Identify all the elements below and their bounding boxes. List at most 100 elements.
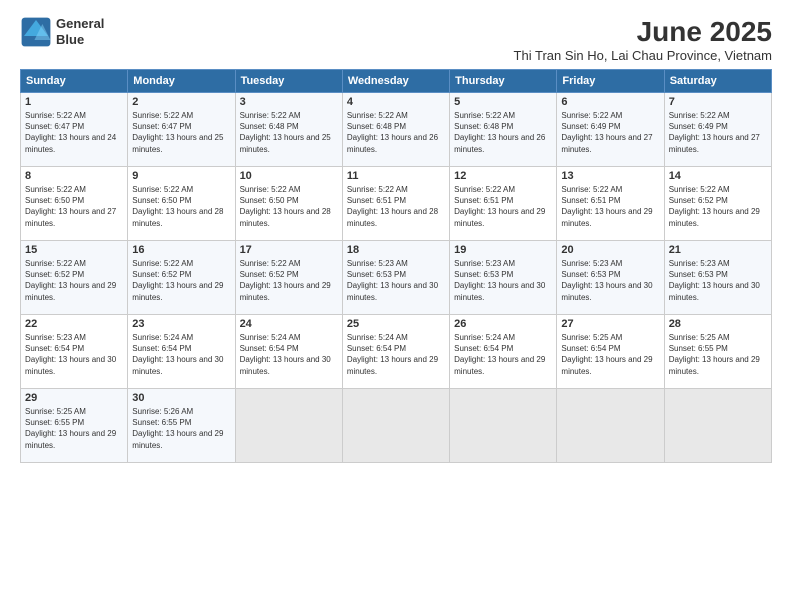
cell-info: Sunrise: 5:24 AMSunset: 6:54 PMDaylight:…	[454, 332, 552, 377]
day-number: 15	[25, 244, 123, 256]
day-number: 18	[347, 244, 445, 256]
day-number: 7	[669, 96, 767, 108]
cell-info: Sunrise: 5:23 AMSunset: 6:53 PMDaylight:…	[561, 258, 659, 303]
day-number: 29	[25, 392, 123, 404]
calendar-cell: 16 Sunrise: 5:22 AMSunset: 6:52 PMDayligh…	[128, 241, 235, 315]
calendar-cell: 26Sunrise: 5:24 AMSunset: 6:54 PMDayligh…	[450, 315, 557, 389]
calendar-cell: 22 Sunrise: 5:23 AMSunset: 6:54 PMDayligh…	[21, 315, 128, 389]
calendar-week-row: 1 Sunrise: 5:22 AMSunset: 6:47 PMDaylight…	[21, 93, 772, 167]
cell-info: Sunrise: 5:22 AMSunset: 6:52 PMDaylight:…	[669, 184, 767, 229]
header-monday: Monday	[128, 70, 235, 93]
day-number: 27	[561, 318, 659, 330]
calendar-cell: 13Sunrise: 5:22 AMSunset: 6:51 PMDayligh…	[557, 167, 664, 241]
day-number: 12	[454, 170, 552, 182]
calendar-page: General Blue June 2025 Thi Tran Sin Ho, …	[0, 0, 792, 612]
calendar-cell: 29 Sunrise: 5:25 AMSunset: 6:55 PMDayligh…	[21, 389, 128, 463]
calendar-cell: 7 Sunrise: 5:22 AMSunset: 6:49 PMDaylight…	[664, 93, 771, 167]
cell-info: Sunrise: 5:22 AMSunset: 6:51 PMDaylight:…	[347, 184, 445, 229]
calendar-cell: 17 Sunrise: 5:22 AMSunset: 6:52 PMDayligh…	[235, 241, 342, 315]
cell-info: Sunrise: 5:22 AMSunset: 6:50 PMDaylight:…	[25, 184, 123, 229]
day-number: 11	[347, 170, 445, 182]
main-title: June 2025	[514, 16, 772, 48]
logo-icon	[20, 16, 52, 48]
calendar-cell: 1 Sunrise: 5:22 AMSunset: 6:47 PMDaylight…	[21, 93, 128, 167]
calendar-cell: 8Sunrise: 5:22 AMSunset: 6:50 PMDaylight…	[21, 167, 128, 241]
calendar-cell: 25Sunrise: 5:24 AMSunset: 6:54 PMDayligh…	[342, 315, 449, 389]
day-number: 14	[669, 170, 767, 182]
day-number: 22	[25, 318, 123, 330]
calendar-cell: 21 Sunrise: 5:23 AMSunset: 6:53 PMDayligh…	[664, 241, 771, 315]
cell-info: Sunrise: 5:23 AMSunset: 6:54 PMDaylight:…	[25, 332, 123, 377]
cell-info: Sunrise: 5:22 AMSunset: 6:48 PMDaylight:…	[240, 110, 338, 155]
calendar-cell: 18 Sunrise: 5:23 AMSunset: 6:53 PMDayligh…	[342, 241, 449, 315]
calendar-body: 1 Sunrise: 5:22 AMSunset: 6:47 PMDaylight…	[21, 93, 772, 463]
calendar-cell: 14 Sunrise: 5:22 AMSunset: 6:52 PMDayligh…	[664, 167, 771, 241]
cell-info: Sunrise: 5:24 AMSunset: 6:54 PMDaylight:…	[132, 332, 230, 377]
header-thursday: Thursday	[450, 70, 557, 93]
day-number: 4	[347, 96, 445, 108]
cell-info: Sunrise: 5:22 AMSunset: 6:52 PMDaylight:…	[132, 258, 230, 303]
day-number: 21	[669, 244, 767, 256]
cell-info: Sunrise: 5:23 AMSunset: 6:53 PMDaylight:…	[669, 258, 767, 303]
calendar-cell: 15 Sunrise: 5:22 AMSunset: 6:52 PMDayligh…	[21, 241, 128, 315]
day-number: 30	[132, 392, 230, 404]
logo-line2: Blue	[56, 32, 104, 48]
logo-line1: General	[56, 16, 104, 32]
day-number: 16	[132, 244, 230, 256]
cell-info: Sunrise: 5:22 AMSunset: 6:50 PMDaylight:…	[132, 184, 230, 229]
day-number: 1	[25, 96, 123, 108]
day-number: 2	[132, 96, 230, 108]
cell-info: Sunrise: 5:22 AMSunset: 6:47 PMDaylight:…	[132, 110, 230, 155]
calendar-cell: 19Sunrise: 5:23 AMSunset: 6:53 PMDayligh…	[450, 241, 557, 315]
page-header: General Blue June 2025 Thi Tran Sin Ho, …	[20, 16, 772, 63]
calendar-cell: 10Sunrise: 5:22 AMSunset: 6:50 PMDayligh…	[235, 167, 342, 241]
cell-info: Sunrise: 5:22 AMSunset: 6:51 PMDaylight:…	[561, 184, 659, 229]
cell-info: Sunrise: 5:25 AMSunset: 6:55 PMDaylight:…	[669, 332, 767, 377]
cell-info: Sunrise: 5:22 AMSunset: 6:49 PMDaylight:…	[669, 110, 767, 155]
header-friday: Friday	[557, 70, 664, 93]
calendar-week-row: 22 Sunrise: 5:23 AMSunset: 6:54 PMDayligh…	[21, 315, 772, 389]
cell-info: Sunrise: 5:22 AMSunset: 6:48 PMDaylight:…	[347, 110, 445, 155]
cell-info: Sunrise: 5:23 AMSunset: 6:53 PMDaylight:…	[347, 258, 445, 303]
calendar-cell: 3Sunrise: 5:22 AMSunset: 6:48 PMDaylight…	[235, 93, 342, 167]
day-number: 9	[132, 170, 230, 182]
calendar-cell	[664, 389, 771, 463]
cell-info: Sunrise: 5:22 AMSunset: 6:52 PMDaylight:…	[25, 258, 123, 303]
calendar-week-row: 8Sunrise: 5:22 AMSunset: 6:50 PMDaylight…	[21, 167, 772, 241]
day-number: 5	[454, 96, 552, 108]
cell-info: Sunrise: 5:22 AMSunset: 6:47 PMDaylight:…	[25, 110, 123, 155]
day-number: 23	[132, 318, 230, 330]
day-number: 28	[669, 318, 767, 330]
calendar-cell: 30 Sunrise: 5:26 AMSunset: 6:55 PMDayligh…	[128, 389, 235, 463]
calendar-cell: 20Sunrise: 5:23 AMSunset: 6:53 PMDayligh…	[557, 241, 664, 315]
calendar-header: SundayMondayTuesdayWednesdayThursdayFrid…	[21, 70, 772, 93]
logo-text: General Blue	[56, 16, 104, 47]
day-number: 17	[240, 244, 338, 256]
cell-info: Sunrise: 5:23 AMSunset: 6:53 PMDaylight:…	[454, 258, 552, 303]
calendar-cell: 2 Sunrise: 5:22 AMSunset: 6:47 PMDaylight…	[128, 93, 235, 167]
cell-info: Sunrise: 5:22 AMSunset: 6:52 PMDaylight:…	[240, 258, 338, 303]
calendar-cell: 9 Sunrise: 5:22 AMSunset: 6:50 PMDaylight…	[128, 167, 235, 241]
calendar-week-row: 15 Sunrise: 5:22 AMSunset: 6:52 PMDayligh…	[21, 241, 772, 315]
header-saturday: Saturday	[664, 70, 771, 93]
header-tuesday: Tuesday	[235, 70, 342, 93]
day-number: 6	[561, 96, 659, 108]
day-number: 24	[240, 318, 338, 330]
calendar-cell	[557, 389, 664, 463]
header-wednesday: Wednesday	[342, 70, 449, 93]
header-row: SundayMondayTuesdayWednesdayThursdayFrid…	[21, 70, 772, 93]
calendar-cell	[450, 389, 557, 463]
calendar-cell: 28 Sunrise: 5:25 AMSunset: 6:55 PMDayligh…	[664, 315, 771, 389]
calendar-cell	[342, 389, 449, 463]
header-sunday: Sunday	[21, 70, 128, 93]
calendar-week-row: 29 Sunrise: 5:25 AMSunset: 6:55 PMDayligh…	[21, 389, 772, 463]
cell-info: Sunrise: 5:22 AMSunset: 6:48 PMDaylight:…	[454, 110, 552, 155]
cell-info: Sunrise: 5:25 AMSunset: 6:55 PMDaylight:…	[25, 406, 123, 451]
cell-info: Sunrise: 5:25 AMSunset: 6:54 PMDaylight:…	[561, 332, 659, 377]
day-number: 10	[240, 170, 338, 182]
cell-info: Sunrise: 5:26 AMSunset: 6:55 PMDaylight:…	[132, 406, 230, 451]
calendar-cell: 27 Sunrise: 5:25 AMSunset: 6:54 PMDayligh…	[557, 315, 664, 389]
logo: General Blue	[20, 16, 104, 48]
calendar-cell: 11 Sunrise: 5:22 AMSunset: 6:51 PMDayligh…	[342, 167, 449, 241]
day-number: 25	[347, 318, 445, 330]
